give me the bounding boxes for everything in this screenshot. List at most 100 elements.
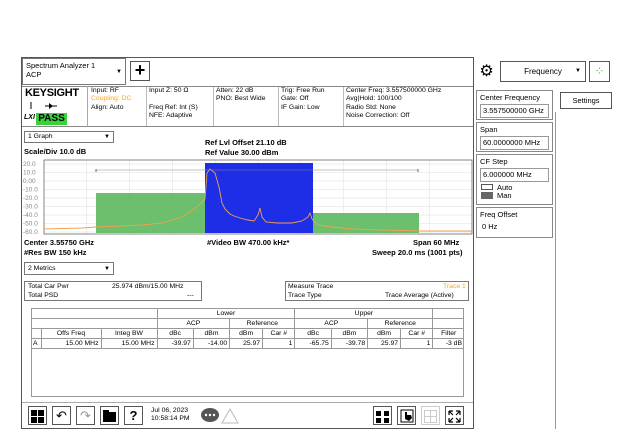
lower-car-cell: 1 [262,338,296,349]
offs-freq-header: Offs Freq [40,328,102,339]
inputz-text: Input Z: 50 Ω [149,87,189,94]
upper-dbc-header: dBc [294,328,332,339]
upper-dbm-header: dBm [330,328,369,339]
menu-selector[interactable]: Frequency ▼ [500,61,586,82]
info-center-col: Center Freq: 3.557500000 GHz Avg|Hold: 1… [343,87,468,126]
trig-text: Trig: Free Run [281,87,325,94]
y-tick-label: -20.0 [23,195,38,202]
gate-text: Gate: Off [281,95,309,103]
cf-step-label: CF Step [480,157,508,166]
layout-button[interactable] [421,406,440,425]
spectrum-plot[interactable]: 20.0 10.0 0.00 -10.0 -20.0 -30.0 -40.0 -50.0 -60… [22,159,473,236]
sweep-label: Sweep 20.0 ms (1001 pts) [372,248,463,257]
span-label-text: Span [480,125,498,134]
lower-reference-header: Reference [229,318,296,329]
y-tick-label: -50.0 [23,221,38,228]
add-screen-button[interactable]: + [130,61,150,81]
lower-dbc-cell: -39.97 [156,338,194,349]
freq-offset-field[interactable]: 0 Hz [480,221,549,233]
help-button[interactable]: ? [124,406,143,425]
lower-dbm-header: dBm [192,328,231,339]
row-label: A [31,338,42,349]
man-radio[interactable] [481,192,493,199]
busy-spinner-icon: ⁘ [589,61,610,82]
lower-dbc-header: dBc [156,328,194,339]
multi-screen-button[interactable] [373,406,392,425]
lower-header: Lower [156,308,296,319]
chevron-down-icon: ▼ [104,266,110,272]
upper-car-header: Car # [400,328,434,339]
total-psd-label: Total PSD [28,292,59,299]
y-tick-label: -60.0 [23,229,38,235]
align-text: Align: Auto [91,103,124,111]
undo-button[interactable]: ↶ [52,406,71,425]
touch-hand-icon [400,409,413,423]
graph-selector-value: 1 Graph [28,133,53,140]
table-row: A 15.00 MHz 15.00 MHz -39.97 -14.00 25.9… [31,338,464,349]
spectrum-svg: 20.0 10.00.00 -10.0-20.0 -30.0-40.0 -50.0-60… [23,159,473,236]
metrics-selector-value: 2 Metrics [28,265,56,272]
lxi-icon: LXI [24,114,35,121]
folder-icon [103,410,116,422]
tab-settings[interactable]: Settings [560,92,612,109]
lower-ref-cell: 25.97 [229,338,264,349]
chat-bubble-icon[interactable] [200,407,220,425]
brand-logo: KEYSIGHT [25,87,79,99]
redo-icon: ↷ [80,408,91,423]
avg-hold-text: Avg|Hold: 100/100 [346,95,402,103]
gear-icon[interactable]: ⚙ [478,63,495,80]
info-input-col: Input: RF Coupling: DC Align: Auto [91,87,131,126]
man-label: Man [497,191,512,200]
ref-level-offset: Ref Lvl Offset 21.10 dB [205,138,287,147]
upper-ref-cell: 25.97 [367,338,402,349]
logo-area: KEYSIGHT LXI PASS [22,86,88,127]
span-field[interactable]: 60.0000000 MHz [480,136,549,150]
span-button[interactable]: Span 60.0000000 MHz [476,122,553,152]
input-text: Input: RF [91,87,119,94]
upper-ref-dbm-header: dBm [367,328,402,339]
pass-indicator: PASS [36,113,67,125]
y-tick-label: -10.0 [23,187,38,194]
info-trig-col: Trig: Free Run Gate: Off IF Gain: Low [278,87,342,126]
cf-step-button[interactable]: CF Step 6.000000 MHz Auto Man [476,154,553,205]
center-frequency-field[interactable]: 3.557500000 GHz [480,104,549,118]
integ-bw-cell: 15.00 MHz [100,338,158,349]
windows-start-button[interactable] [28,406,47,425]
redo-button[interactable]: ↷ [76,406,95,425]
atten-text: Atten: 22 dB [216,87,254,94]
windows-icon [31,410,44,423]
file-button[interactable] [100,406,119,425]
lower-ref-dbm-header: dBm [229,328,264,339]
span-label: Span 60 MHz [413,238,460,247]
window-grid-icon [424,410,437,423]
nfe-text: NFE: Adaptive [149,111,193,119]
cf-step-field[interactable]: 6.000000 MHz [480,168,549,182]
center-frequency-button[interactable]: Center Frequency 3.557500000 GHz [476,90,553,120]
measure-trace-label: Measure Trace [288,283,334,290]
date-text: Jul 06, 2023 [151,407,189,414]
measure-trace-value: Trace 1 [443,283,466,290]
center-frequency-label: Center Frequency [480,93,541,102]
scale-div: Scale/Div 10.0 dB [24,147,87,156]
offs-freq-cell: 15.00 MHz [40,338,102,349]
freq-offset-button[interactable]: Freq Offset 0 Hz [476,207,553,238]
mode-selector[interactable]: Spectrum Analyzer 1 ACP ▼ [22,58,126,85]
warning-icon[interactable] [221,407,239,425]
y-tick-label: -40.0 [23,212,38,219]
pno-text: PNO: Best Wide [216,95,266,103]
res-bw-label: #Res BW 150 kHz [24,248,87,257]
menu-selector-value: Frequency [524,67,562,76]
trace-type-label: Trace Type [288,292,322,299]
datetime: Jul 06, 2023 10:58:14 PM [151,407,190,423]
metrics-selector[interactable]: 2 Metrics ▼ [24,262,114,275]
video-bw-label: #Video BW 470.00 kHz* [207,238,290,247]
radio-std-text: Radio Std: None [346,103,396,111]
chevron-down-icon: ▼ [116,69,122,75]
auto-radio[interactable] [481,184,493,190]
touch-button[interactable] [397,406,416,425]
chevron-down-icon: ▼ [575,68,581,74]
graph-selector[interactable]: 1 Graph ▼ [24,131,114,143]
lower-acp-header: ACP [156,318,231,329]
expand-icon [448,410,461,423]
fullscreen-button[interactable] [445,406,464,425]
